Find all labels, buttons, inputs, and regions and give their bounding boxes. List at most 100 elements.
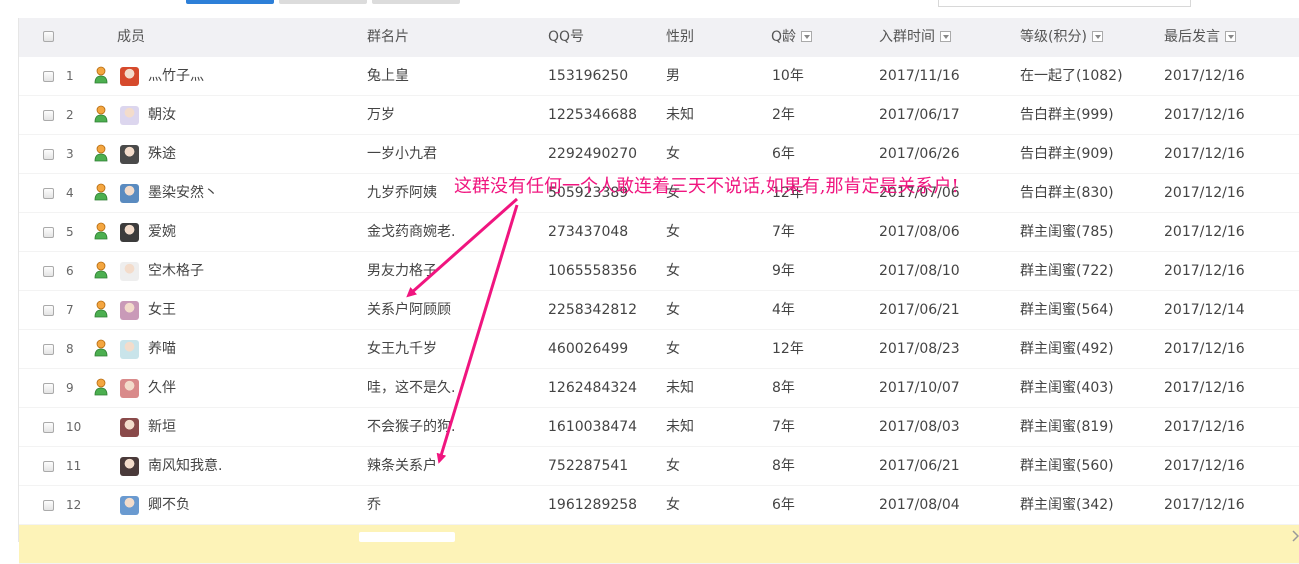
member-name[interactable]: 殊途: [148, 135, 176, 174]
member-name[interactable]: 朝汝: [148, 96, 176, 135]
avatar[interactable]: [120, 496, 139, 515]
level-points: 群主闺蜜(403): [1020, 380, 1114, 396]
gender: 女: [666, 341, 680, 357]
join-date: 2017/08/04: [879, 497, 960, 513]
avatar[interactable]: [120, 418, 139, 437]
last-speak: 2017/12/14: [1164, 302, 1245, 318]
col-level: 等级(积分): [1020, 29, 1087, 45]
row-checkbox[interactable]: [43, 149, 54, 160]
row-checkbox[interactable]: [43, 305, 54, 316]
avatar[interactable]: [120, 67, 139, 86]
avatar[interactable]: [120, 457, 139, 476]
col-last-header[interactable]: 最后发言: [1164, 18, 1236, 57]
dropdown-sort-icon[interactable]: [1091, 30, 1103, 42]
tertiary-button[interactable]: [372, 0, 460, 4]
level-points: 群主闺蜜(722): [1020, 263, 1114, 279]
table-row[interactable]: 8 养喵 女王九千岁 460026499 女 12年 2017/08/23 群主闺蜜(492)…: [19, 330, 1299, 369]
secondary-button[interactable]: [279, 0, 367, 4]
member-name[interactable]: 养喵: [148, 330, 176, 369]
member-name[interactable]: 卿不负: [148, 486, 190, 525]
row-checkbox[interactable]: [43, 344, 54, 355]
row-checkbox[interactable]: [43, 461, 54, 472]
table-row[interactable]: 7 女王 关系户阿顾顾 2258342812 女 4年 2017/06/21 群主闺蜜(564…: [19, 291, 1299, 330]
scroll-right-icon[interactable]: [1292, 530, 1299, 542]
avatar[interactable]: [120, 301, 139, 320]
gender: 未知: [666, 107, 694, 123]
table-row[interactable]: 9 久伴 哇，这不是久. 1262484324 未知 8年 2017/10/07 群主闺蜜(4…: [19, 369, 1299, 408]
qq-number: 1610038474: [548, 419, 638, 435]
popup-card: [359, 532, 455, 542]
gender: 女: [666, 302, 680, 318]
qq-age: 8年: [772, 380, 795, 396]
table-row[interactable]: 10 新垣 不会猴子的狗. 1610038474 未知 7年 2017/08/03 群主闺蜜(…: [19, 408, 1299, 447]
primary-button[interactable]: [186, 0, 274, 4]
level-points: 在一起了(1082): [1020, 68, 1123, 84]
member-name[interactable]: 空木格子: [148, 252, 204, 291]
row-number: 4: [66, 186, 74, 200]
dropdown-sort-icon[interactable]: [940, 30, 951, 42]
row-checkbox[interactable]: [43, 227, 54, 238]
group-card: 金戈药商婉老.: [367, 224, 456, 240]
avatar[interactable]: [120, 379, 139, 398]
avatar[interactable]: [120, 184, 139, 203]
table-row[interactable]: 1 灬竹子灬 兔上皇 153196250 男 10年 2017/11/16 在一起了(1082…: [19, 57, 1299, 96]
member-name[interactable]: 久伴: [148, 369, 176, 408]
table-row[interactable]: 6 空木格子 男友力格子 1065558356 女 9年 2017/08/10 群主闺蜜(72…: [19, 252, 1299, 291]
table-row[interactable]: 12 卿不负 乔 1961289258 女 6年 2017/08/04 群主闺蜜(342) 20…: [19, 486, 1299, 525]
table-row-partial[interactable]: [19, 525, 1299, 564]
avatar[interactable]: [120, 340, 139, 359]
last-speak: 2017/12/16: [1164, 380, 1245, 396]
level-points: 告白群主(999): [1020, 107, 1114, 123]
last-speak: 2017/12/16: [1164, 185, 1245, 201]
col-join-header[interactable]: 入群时间: [879, 18, 951, 57]
member-name[interactable]: 女王: [148, 291, 176, 330]
avatar[interactable]: [120, 145, 139, 164]
qq-number: 153196250: [548, 68, 629, 84]
group-card: 万岁: [367, 107, 395, 123]
row-number: 11: [66, 459, 82, 473]
table-row[interactable]: 5 爱婉 金戈药商婉老. 273437048 女 7年 2017/08/06 群主闺蜜(785…: [19, 213, 1299, 252]
person-icon: [94, 339, 108, 357]
join-date: 2017/08/03: [879, 419, 960, 435]
level-points: 群主闺蜜(785): [1020, 224, 1114, 240]
row-checkbox[interactable]: [43, 266, 54, 277]
dropdown-sort-icon[interactable]: [1225, 30, 1236, 42]
avatar[interactable]: [120, 223, 139, 242]
table-row[interactable]: 3 殊途 一岁小九君 2292490270 女 6年 2017/06/26 告白群主(909)…: [19, 135, 1299, 174]
col-qage-header[interactable]: Q龄: [771, 18, 813, 57]
member-name[interactable]: 墨染安然丶: [148, 174, 218, 213]
col-qage: Q龄: [771, 29, 797, 45]
row-checkbox[interactable]: [43, 383, 54, 394]
member-name[interactable]: 爱婉: [148, 213, 176, 252]
dropdown-sort-icon[interactable]: [801, 30, 813, 42]
row-checkbox[interactable]: [43, 500, 54, 511]
gender: 女: [666, 224, 680, 240]
qq-age: 7年: [772, 419, 795, 435]
qq-age: 6年: [772, 146, 795, 162]
member-name[interactable]: 灬竹子灬: [148, 57, 204, 96]
avatar[interactable]: [120, 262, 139, 281]
col-level-header[interactable]: 等级(积分): [1020, 18, 1103, 57]
toolbar: [0, 0, 1299, 18]
row-number: 9: [66, 381, 74, 395]
select-all-checkbox[interactable]: [43, 31, 54, 42]
col-last: 最后发言: [1164, 29, 1220, 45]
member-name[interactable]: 南风知我意.: [148, 447, 222, 486]
avatar[interactable]: [120, 106, 139, 125]
row-checkbox[interactable]: [43, 188, 54, 199]
qq-age: 12年: [772, 341, 804, 357]
member-name[interactable]: 新垣: [148, 408, 176, 447]
table-row[interactable]: 2 朝汝 万岁 1225346688 未知 2年 2017/06/17 告白群主(999) 20…: [19, 96, 1299, 135]
join-date: 2017/06/26: [879, 146, 960, 162]
search-input[interactable]: [938, 0, 1191, 7]
row-number: 12: [66, 498, 82, 512]
row-checkbox[interactable]: [43, 422, 54, 433]
row-checkbox[interactable]: [43, 71, 54, 82]
qq-age: 8年: [772, 458, 795, 474]
join-date: 2017/06/21: [879, 458, 960, 474]
person-icon: [94, 222, 108, 240]
row-number: 6: [66, 264, 74, 278]
table-row[interactable]: 11 南风知我意. 辣条关系户 752287541 女 8年 2017/06/21 群主闺蜜(…: [19, 447, 1299, 486]
last-speak: 2017/12/16: [1164, 224, 1245, 240]
row-checkbox[interactable]: [43, 110, 54, 121]
